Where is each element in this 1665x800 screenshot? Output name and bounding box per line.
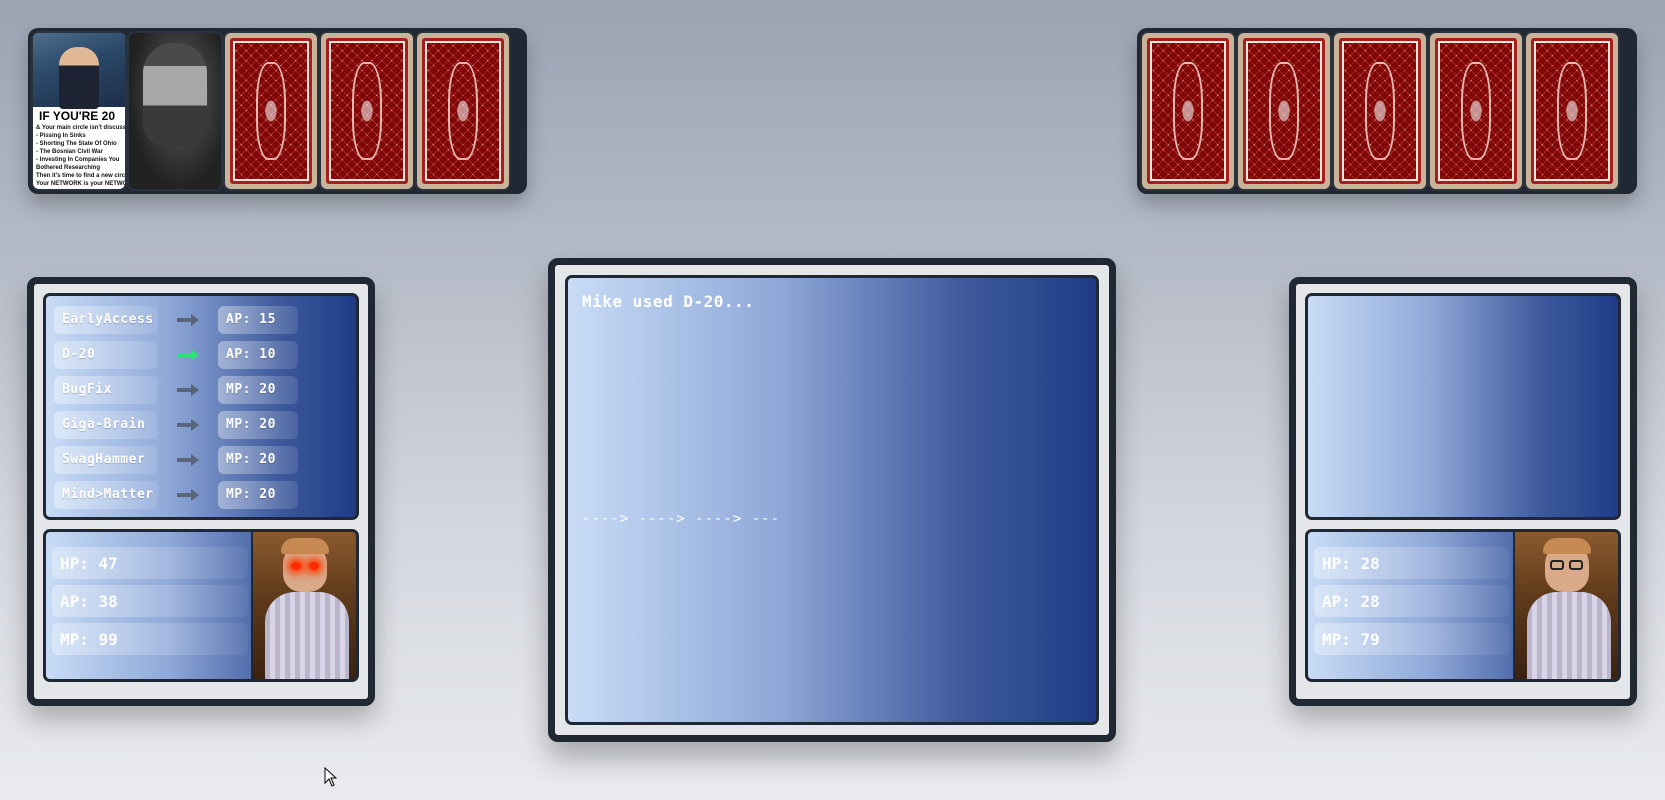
glowing-eye-icon (291, 562, 301, 570)
skill-row[interactable]: SwagHammer MP: 20 (54, 442, 348, 477)
skill-name[interactable]: Giga-Brain (54, 410, 158, 439)
skill-cost: AP: 15 (218, 305, 298, 334)
card-back-pattern (230, 38, 312, 184)
enemy-card-4 (1430, 33, 1522, 189)
skill-cost: AP: 10 (218, 340, 298, 369)
arrow-right-icon (158, 452, 218, 468)
player-card-3[interactable] (225, 33, 317, 189)
card-back-pattern (1339, 38, 1421, 184)
player-hand: IF YOU'RE 20 & Your main circle isn't di… (28, 28, 527, 194)
hp-stat: HP: 28 (1314, 547, 1510, 579)
player-panel: EarlyAccess AP: 15 D-20 AP: 10 BugFix MP… (27, 277, 375, 706)
glasses-icon (1569, 560, 1583, 570)
battle-log: Mike used D-20... ----> ----> ----> --- (565, 275, 1099, 725)
skill-name[interactable]: SwagHammer (54, 445, 158, 474)
player-card-4[interactable] (321, 33, 413, 189)
arrow-right-icon (158, 347, 218, 363)
glowing-eye-icon (309, 562, 319, 570)
arrow-right-icon (158, 312, 218, 328)
enemy-card-1 (1142, 33, 1234, 189)
arrow-right-icon (158, 417, 218, 433)
glasses-icon (1550, 560, 1564, 570)
player-avatar (251, 532, 356, 679)
battle-log-frame: Mike used D-20... ----> ----> ----> --- (548, 258, 1116, 742)
log-message: Mike used D-20... (582, 292, 755, 311)
skill-name[interactable]: Mind>Matter (54, 480, 158, 509)
enemy-panel: HP: 28 AP: 28 MP: 79 (1289, 277, 1637, 706)
mouse-cursor-icon (324, 767, 338, 787)
enemy-stats: HP: 28 AP: 28 MP: 79 (1305, 529, 1621, 682)
arrow-right-icon (158, 487, 218, 503)
skill-cost: MP: 20 (218, 375, 298, 404)
hp-stat: HP: 47 (52, 547, 248, 579)
player-card-5[interactable] (417, 33, 509, 189)
enemy-card-3 (1334, 33, 1426, 189)
skill-row[interactable]: BugFix MP: 20 (54, 372, 348, 407)
card-headline: IF YOU'RE 20 (39, 109, 115, 123)
player-card-1[interactable]: IF YOU'RE 20 & Your main circle isn't di… (33, 33, 125, 189)
skill-row[interactable]: D-20 AP: 10 (54, 337, 348, 372)
player-stats: HP: 47 AP: 38 MP: 99 (43, 529, 359, 682)
skill-row[interactable]: Giga-Brain MP: 20 (54, 407, 348, 442)
arrow-right-icon (158, 382, 218, 398)
mp-stat: MP: 99 (52, 623, 248, 655)
card-text: & Your main circle isn't discussing - Pi… (36, 125, 125, 187)
mp-stat: MP: 79 (1314, 623, 1510, 655)
skill-name[interactable]: BugFix (54, 375, 158, 404)
enemy-avatar (1513, 532, 1618, 679)
card-back-pattern (1147, 38, 1229, 184)
skill-cost: MP: 20 (218, 445, 298, 474)
card-back-pattern (1243, 38, 1325, 184)
card-back-pattern (1435, 38, 1517, 184)
skill-list: EarlyAccess AP: 15 D-20 AP: 10 BugFix MP… (43, 293, 359, 520)
card-back-pattern (1531, 38, 1613, 184)
skill-name[interactable]: D-20 (54, 340, 158, 369)
enemy-card-5 (1526, 33, 1618, 189)
enemy-skill-area (1305, 293, 1621, 520)
card-back-pattern (422, 38, 504, 184)
skill-row[interactable]: EarlyAccess AP: 15 (54, 302, 348, 337)
enemy-hand (1137, 28, 1637, 194)
player-card-2[interactable] (129, 33, 221, 189)
skill-name[interactable]: EarlyAccess (54, 305, 158, 334)
enemy-card-2 (1238, 33, 1330, 189)
skill-cost: MP: 20 (218, 480, 298, 509)
chad-face-image (143, 43, 207, 147)
card-back-pattern (326, 38, 408, 184)
skill-row[interactable]: Mind>Matter MP: 20 (54, 477, 348, 512)
ap-stat: AP: 38 (52, 585, 248, 617)
skill-cost: MP: 20 (218, 410, 298, 439)
ap-stat: AP: 28 (1314, 585, 1510, 617)
card-photo (33, 33, 125, 109)
log-progress: ----> ----> ----> --- (582, 511, 781, 527)
